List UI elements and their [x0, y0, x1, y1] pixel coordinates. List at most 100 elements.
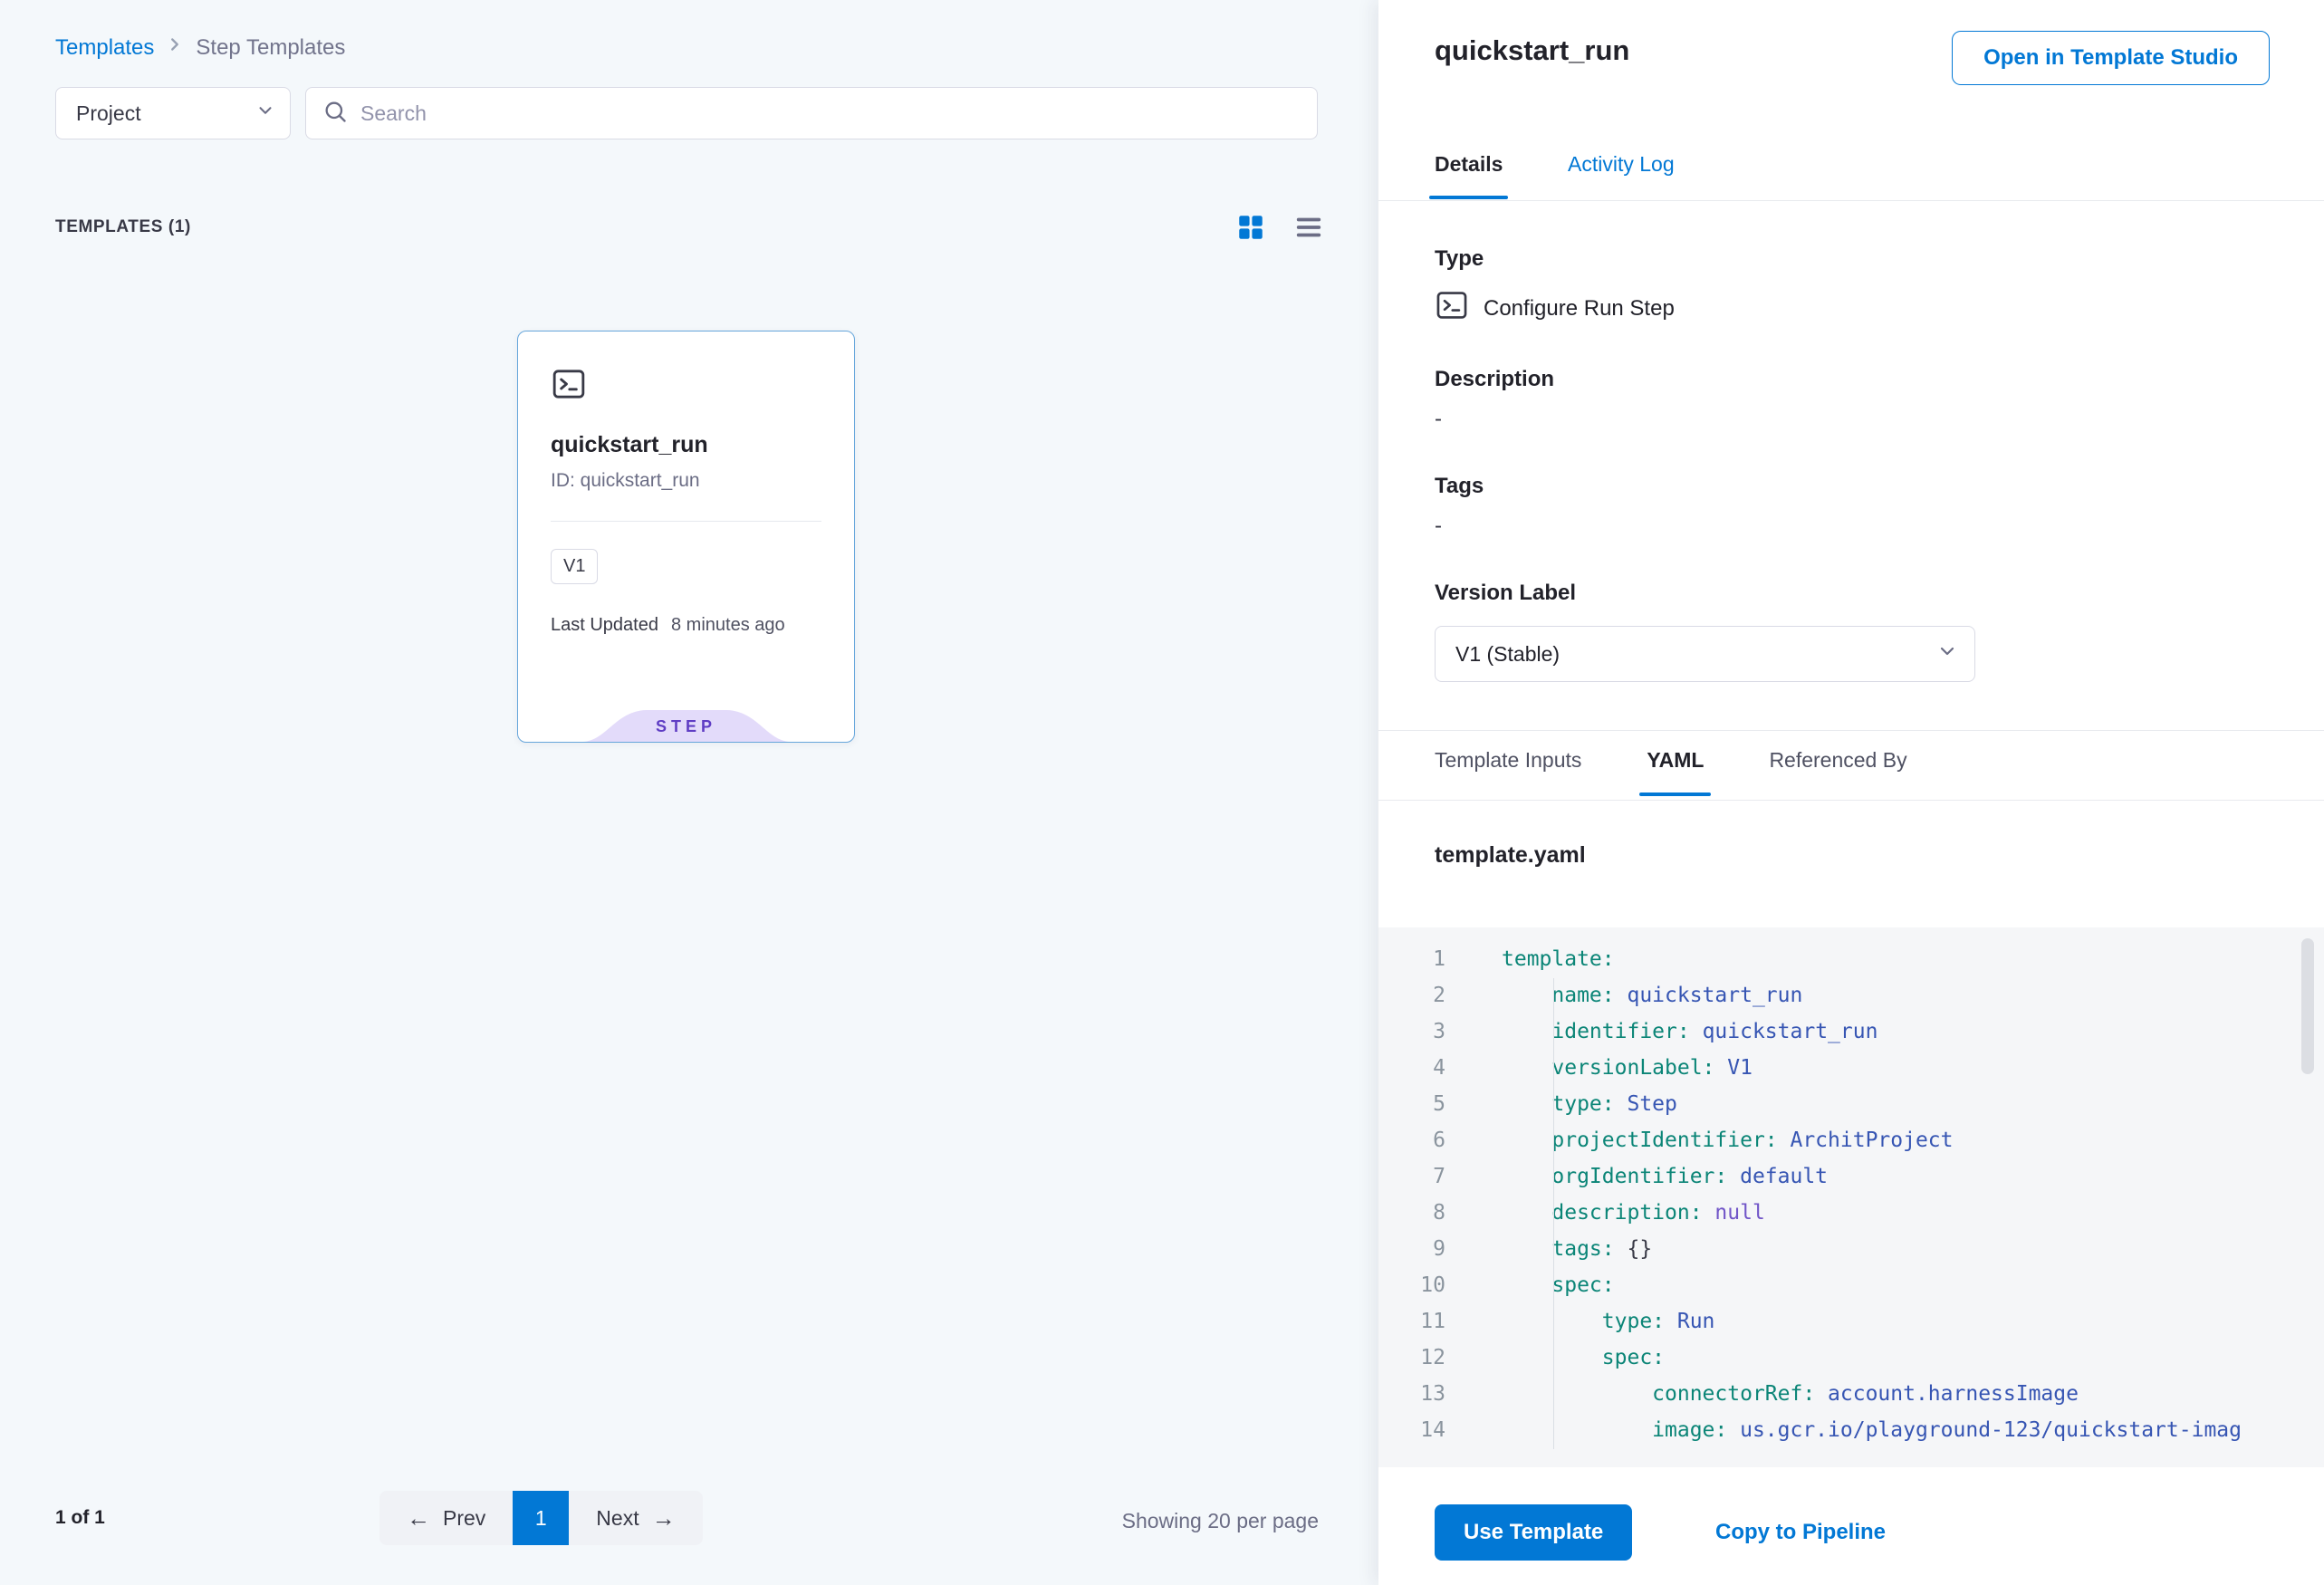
yaml-token: quickstart_run [1615, 984, 1803, 1007]
grid-view-icon[interactable] [1235, 212, 1266, 243]
open-template-studio-button[interactable]: Open in Template Studio [1952, 31, 2270, 85]
version-select[interactable]: V1 (Stable) [1435, 626, 1975, 682]
tab-activity-log[interactable]: Activity Log [1568, 152, 1675, 177]
page-number-button[interactable]: 1 [513, 1491, 569, 1545]
template-card[interactable]: quickstart_run ID: quickstart_run V1 Las… [517, 331, 855, 743]
copy-to-pipeline-button[interactable]: Copy to Pipeline [1715, 1520, 1886, 1545]
template-card-id: ID: quickstart_run [551, 470, 821, 492]
chevron-down-icon [1936, 640, 1958, 668]
yaml-code: 1template:2 name: quickstart_run3 identi… [1378, 941, 2324, 1448]
line-number: 6 [1378, 1122, 1445, 1158]
yaml-text: type: Step [1445, 1086, 1677, 1122]
line-number: 3 [1378, 1013, 1445, 1050]
yaml-file-name: template.yaml [1435, 842, 1586, 869]
type-value-row: Configure Run Step [1435, 288, 1996, 329]
list-view-icon[interactable] [1293, 212, 1324, 243]
drawer-title: quickstart_run [1435, 34, 1629, 67]
chevron-down-icon [255, 101, 275, 126]
yaml-line: 7 orgIdentifier: default [1378, 1158, 2324, 1195]
line-number: 9 [1378, 1231, 1445, 1267]
subtabs-divider-top [1378, 730, 2324, 731]
step-ribbon: STEP [582, 709, 790, 742]
tabs-divider [1378, 200, 2324, 201]
search-input[interactable] [360, 101, 1301, 126]
yaml-line: 4 versionLabel: V1 [1378, 1050, 2324, 1086]
line-number: 12 [1378, 1340, 1445, 1376]
description-label: Description [1435, 367, 1996, 392]
filter-row: Project [55, 87, 1318, 139]
yaml-token: Step [1615, 1092, 1677, 1116]
yaml-token: default [1727, 1165, 1828, 1188]
yaml-line: 8 description: null [1378, 1195, 2324, 1231]
yaml-text: spec: [1445, 1267, 1615, 1303]
tab-details[interactable]: Details [1435, 152, 1503, 177]
yaml-text: spec: [1445, 1340, 1665, 1376]
line-number: 10 [1378, 1267, 1445, 1303]
tags-value: - [1435, 514, 1996, 539]
line-number: 13 [1378, 1376, 1445, 1412]
yaml-token: connectorRef: [1502, 1382, 1815, 1406]
yaml-token: versionLabel: [1502, 1056, 1714, 1080]
line-number: 14 [1378, 1412, 1445, 1448]
yaml-token: V1 [1714, 1056, 1753, 1080]
scope-select-value: Project [76, 101, 141, 126]
breadcrumb-link-templates[interactable]: Templates [55, 35, 154, 61]
scrollbar-thumb[interactable] [2301, 938, 2314, 1074]
yaml-line: 3 identifier: quickstart_run [1378, 1013, 2324, 1050]
yaml-line: 11 type: Run [1378, 1303, 2324, 1340]
yaml-text: projectIdentifier: ArchitProject [1445, 1122, 1954, 1158]
subtabs: Template Inputs YAML Referenced By [1435, 748, 1907, 773]
step-ribbon-label: STEP [582, 709, 790, 742]
yaml-token: name: [1502, 984, 1615, 1007]
next-page-label: Next [596, 1506, 639, 1531]
yaml-token: type: [1502, 1092, 1615, 1116]
yaml-text: description: null [1445, 1195, 1765, 1231]
use-template-button[interactable]: Use Template [1435, 1504, 1632, 1561]
indent-guide [1553, 978, 1554, 1449]
yaml-text: identifier: quickstart_run [1445, 1013, 1877, 1050]
subtab-template-inputs[interactable]: Template Inputs [1435, 748, 1581, 773]
yaml-token: orgIdentifier: [1502, 1165, 1727, 1188]
view-toggles [1235, 212, 1324, 243]
type-label: Type [1435, 246, 1996, 272]
search-icon [322, 99, 348, 129]
yaml-token: type: [1502, 1310, 1665, 1333]
yaml-editor[interactable]: 1template:2 name: quickstart_run3 identi… [1378, 927, 2324, 1467]
yaml-line: 6 projectIdentifier: ArchitProject [1378, 1122, 2324, 1158]
yaml-token: Run [1665, 1310, 1714, 1333]
yaml-token: spec: [1502, 1273, 1615, 1297]
last-updated-row: Last Updated 8 minutes ago [551, 615, 821, 636]
yaml-token: image: [1502, 1418, 1727, 1442]
yaml-token: projectIdentifier: [1502, 1129, 1778, 1152]
arrow-right-icon: → [652, 1504, 676, 1532]
yaml-text: orgIdentifier: default [1445, 1158, 1828, 1195]
yaml-line: 14 image: us.gcr.io/playground-123/quick… [1378, 1412, 2324, 1448]
line-number: 7 [1378, 1158, 1445, 1195]
yaml-token: template: [1502, 947, 1615, 971]
template-details-drawer: quickstart_run Open in Template Studio D… [1378, 0, 2324, 1585]
search-box [305, 87, 1318, 139]
yaml-line: 5 type: Step [1378, 1086, 2324, 1122]
subtab-referenced-by[interactable]: Referenced By [1769, 748, 1906, 773]
version-badge: V1 [551, 549, 598, 584]
yaml-text: connectorRef: account.harnessImage [1445, 1376, 2079, 1412]
arrow-left-icon: ← [407, 1504, 430, 1532]
yaml-text: tags: {} [1445, 1231, 1652, 1267]
terminal-icon [1435, 288, 1469, 329]
yaml-line: 9 tags: {} [1378, 1231, 2324, 1267]
scope-select[interactable]: Project [55, 87, 291, 139]
subtab-yaml[interactable]: YAML [1647, 748, 1704, 773]
yaml-text: template: [1445, 941, 1615, 977]
terminal-icon [551, 390, 587, 406]
last-updated-label: Last Updated [551, 615, 658, 636]
list-header-row: TEMPLATES (1) [55, 212, 1324, 243]
type-value: Configure Run Step [1484, 296, 1675, 322]
details-section: Type Configure Run Step Description - Ta… [1435, 246, 1996, 682]
yaml-token: ArchitProject [1778, 1129, 1954, 1152]
templates-list-panel: Templates Step Templates Project TEMPLAT… [0, 0, 1378, 1585]
yaml-token: spec: [1502, 1346, 1665, 1369]
prev-page-button[interactable]: ← Prev [379, 1491, 513, 1545]
yaml-text: versionLabel: V1 [1445, 1050, 1753, 1086]
template-card-title: quickstart_run [551, 432, 821, 458]
next-page-button[interactable]: Next → [569, 1491, 702, 1545]
